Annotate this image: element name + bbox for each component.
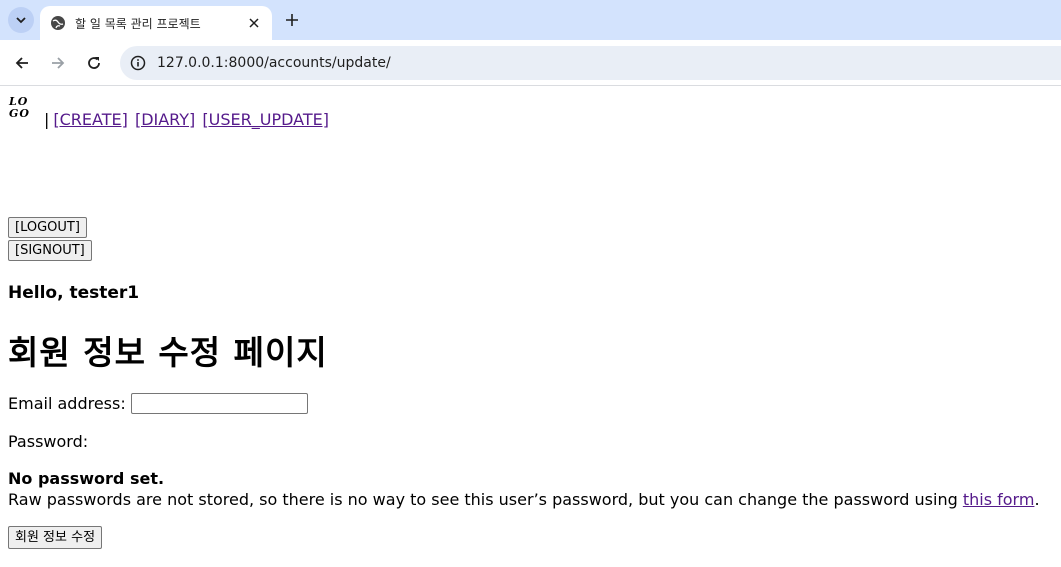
tab-search-button[interactable] (8, 7, 34, 33)
back-button[interactable] (10, 51, 34, 75)
browser-tab[interactable]: 할 일 목록 관리 프로젝트 (40, 6, 272, 40)
nav-separator: | (44, 110, 50, 129)
chevron-down-icon (16, 17, 26, 24)
password-change-link[interactable]: this form (963, 490, 1035, 509)
password-label: Password: (8, 432, 89, 451)
browser-toolbar: 127.0.0.1:8000/accounts/update/ (0, 40, 1061, 86)
password-help-suffix: . (1034, 490, 1040, 509)
signout-button[interactable]: [SIGNOUT] (8, 240, 92, 261)
arrow-left-icon (15, 57, 28, 69)
page-title: 회원 정보 수정 페이지 (8, 333, 328, 372)
globe-icon (51, 16, 65, 30)
logo-line-2: GO (9, 107, 30, 120)
user-update-link[interactable]: [USER_UPDATE] (202, 110, 329, 129)
site-info-icon[interactable] (128, 53, 148, 73)
tab-title: 할 일 목록 관리 프로젝트 (75, 16, 201, 31)
close-tab-icon[interactable] (246, 15, 262, 31)
email-field-row: Email address: (8, 393, 308, 414)
logout-button[interactable]: [LOGOUT] (8, 217, 87, 238)
reload-button[interactable] (82, 51, 106, 75)
tab-strip: 할 일 목록 관리 프로젝트 (0, 0, 1061, 40)
top-nav: | [CREATE] [DIARY] [USER_UPDATE] (44, 110, 331, 129)
reload-icon (88, 57, 100, 69)
email-label: Email address: (8, 394, 126, 413)
greeting-text: Hello, tester1 (8, 283, 140, 303)
new-tab-button[interactable] (282, 10, 302, 30)
arrow-right-icon (52, 57, 65, 69)
logo: LO GO (9, 96, 37, 120)
email-input[interactable] (130, 393, 308, 414)
forward-button[interactable] (46, 51, 70, 75)
create-link[interactable]: [CREATE] (53, 110, 127, 129)
submit-update-button[interactable]: 회원 정보 수정 (8, 526, 103, 549)
address-bar[interactable]: 127.0.0.1:8000/accounts/update/ (120, 46, 1061, 80)
password-help-prefix: Raw passwords are not stored, so there i… (8, 490, 963, 509)
plus-icon (286, 14, 298, 26)
url-text: 127.0.0.1:8000/accounts/update/ (157, 55, 391, 71)
password-status: No password set. (8, 469, 165, 488)
password-help-text: Raw passwords are not stored, so there i… (8, 490, 1040, 509)
diary-link[interactable]: [DIARY] (135, 110, 195, 129)
